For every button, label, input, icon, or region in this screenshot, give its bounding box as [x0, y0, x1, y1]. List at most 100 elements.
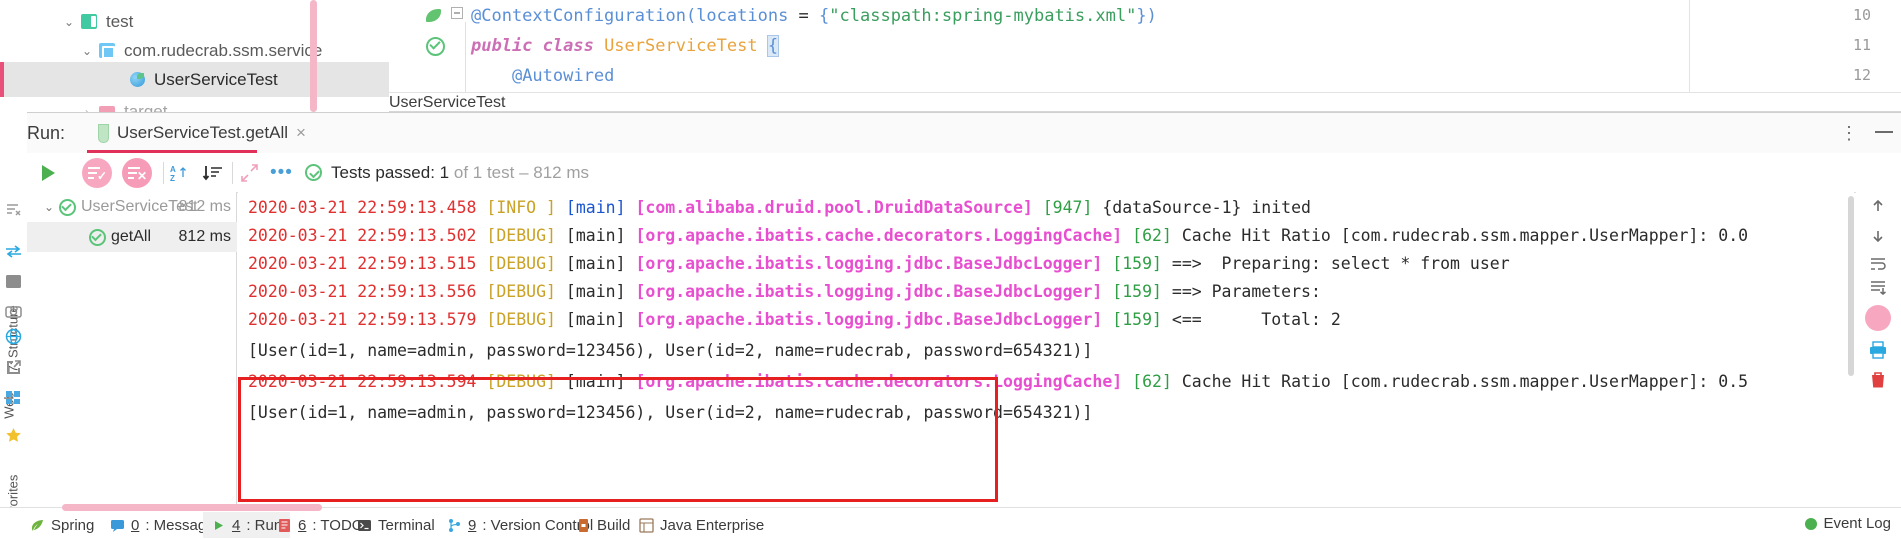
status-bar-shortcut: 0 — [131, 516, 140, 534]
chevron-icon[interactable]: › — [80, 105, 94, 113]
chevron-icon[interactable]: ⌄ — [80, 44, 94, 58]
code-editor[interactable]: 10 @ContextConfiguration(locations = {"cl… — [389, 0, 1901, 92]
event-log-label: Event Log — [1823, 515, 1891, 532]
test-passed-icon — [59, 198, 76, 216]
status-bar-label: Build — [597, 516, 631, 534]
tree-item-2[interactable]: UserServiceTest — [0, 62, 389, 97]
test-results-tree[interactable]: ⌄ UserServiceTest 812 ms getAll 812 ms — [27, 192, 237, 507]
project-tree-panel[interactable]: ⌄ test ⌄ com.rudecrab.ssm.service UserServic… — [0, 0, 389, 112]
code-line[interactable]: public class UserServiceTest { — [471, 35, 780, 57]
camera-icon[interactable] — [4, 302, 23, 321]
status-bar-item-build[interactable]: Build — [576, 515, 630, 535]
line-number: 11 — [1852, 36, 1871, 54]
console-line-4[interactable]: 2020-03-21 22:59:13.579 [DEBUG] [main] [… — [248, 311, 1341, 329]
grid-icon[interactable] — [4, 388, 23, 407]
window-options-icon[interactable]: ⋮ — [1840, 123, 1859, 144]
expand-collapse-button[interactable] — [239, 160, 261, 186]
globe-icon[interactable] — [4, 327, 23, 346]
star-icon[interactable] — [4, 426, 23, 445]
test-tree-row-1[interactable]: getAll 812 ms — [27, 222, 237, 252]
check-mark-icon: ✓ — [96, 169, 107, 183]
status-bar-label: Terminal — [378, 516, 435, 534]
rerun-button[interactable] — [35, 160, 61, 186]
tab-user-service-test-getall[interactable]: UserServiceTest.getAll × — [87, 113, 318, 153]
test-status-text: Tests passed: 1 of 1 test – 812 ms — [331, 163, 589, 183]
run-icon — [211, 518, 226, 533]
console-line-2[interactable]: 2020-03-21 22:59:13.515 [DEBUG] [main] [… — [248, 255, 1510, 273]
minimize-icon[interactable] — [1875, 131, 1893, 133]
version-control-icon — [447, 518, 462, 533]
chevron-icon[interactable]: ⌄ — [62, 15, 76, 29]
java-enterprise-icon — [639, 517, 654, 533]
tree-item-label: com.rudecrab.ssm.service — [124, 40, 323, 60]
editor-indent-guide — [465, 22, 466, 92]
wrap-text-icon[interactable] — [1868, 254, 1888, 274]
status-bar-item-terminal[interactable]: Terminal — [357, 515, 435, 535]
cross-mark-icon: ✕ — [136, 169, 147, 183]
delete-icon[interactable] — [1868, 370, 1888, 390]
status-bar-shortcut: 4 — [232, 516, 241, 534]
console-line-7[interactable]: [User(id=1, name=admin, password=123456)… — [248, 404, 1092, 422]
code-line[interactable]: @ContextConfiguration(locations = {"clas… — [471, 6, 1157, 26]
chevron-icon[interactable]: ⌄ — [41, 200, 57, 214]
console-line-1[interactable]: 2020-03-21 22:59:13.502 [DEBUG] [main] [… — [248, 227, 1748, 245]
breadcrumb-bar: UserServiceTest — [389, 92, 1901, 112]
project-tree-vscrollbar[interactable] — [310, 0, 317, 112]
bottom-scrollbar[interactable] — [62, 504, 322, 511]
tree-item-label: UserServiceTest — [154, 69, 278, 89]
more-options-button[interactable]: ••• — [270, 160, 293, 186]
tree-item-label: target — [124, 101, 168, 113]
hide-ignored-toggle[interactable]: ✕ — [122, 158, 152, 188]
build-icon — [576, 518, 591, 533]
status-bar-item-versioncontrol[interactable]: 9: Version Control — [447, 515, 593, 535]
test-duration-label: 812 ms — [178, 198, 231, 215]
status-suffix: of 1 test – 812 ms — [449, 163, 589, 182]
test-folder-icon — [80, 13, 100, 30]
filter-icon[interactable] — [4, 200, 23, 219]
console-line-5[interactable]: [User(id=1, name=admin, password=123456)… — [248, 342, 1092, 360]
print-icon[interactable] — [1868, 340, 1888, 360]
hide-passed-toggle[interactable]: ✓ — [82, 158, 112, 188]
tree-item-3[interactable]: › target — [0, 94, 389, 112]
console-scrollbar[interactable] — [1848, 196, 1854, 376]
status-bar-item-javaenterprise[interactable]: Java Enterprise — [639, 515, 764, 535]
spring-bean-icon[interactable] — [425, 6, 443, 24]
console-line-6[interactable]: 2020-03-21 22:59:13.594 [DEBUG] [main] [… — [248, 373, 1748, 391]
folder-red-icon — [98, 103, 118, 112]
line-number: 10 — [1852, 6, 1871, 24]
event-log-button[interactable]: Event Log — [1805, 515, 1891, 532]
console-side-toolbar[interactable] — [1856, 192, 1901, 507]
tree-item-label: test — [106, 11, 134, 31]
test-tree-row-0[interactable]: ⌄ UserServiceTest 812 ms — [27, 192, 237, 222]
status-bar-item-todo[interactable]: 6: TODO — [277, 515, 363, 535]
ide-window: ⌄ test ⌄ com.rudecrab.ssm.service UserServic… — [0, 0, 1901, 540]
console-output[interactable]: 2020-03-21 22:59:13.458 [INFO ] [main] [… — [238, 192, 1854, 507]
run-window-label: Run: — [27, 123, 66, 143]
java-class-icon — [128, 71, 148, 88]
scroll-to-end-icon[interactable] — [1868, 278, 1888, 298]
left-tool-strip[interactable]: 7: Structure Web 2: Favorites — [0, 112, 27, 540]
run-test-icon[interactable] — [425, 36, 445, 56]
status-bar-label: Java Enterprise — [660, 516, 765, 534]
export-icon[interactable] — [4, 358, 23, 377]
sort-by-duration-button[interactable] — [202, 160, 224, 186]
sort-alphabetically-button[interactable]: AZ — [170, 160, 190, 186]
status-bar-item-spring[interactable]: Spring — [30, 515, 94, 535]
fold-toggle-icon[interactable] — [451, 7, 463, 23]
status-bar: Spring 0: Messages 4: Run 6: TODO Terminal 9:… — [0, 504, 1901, 540]
breadcrumb[interactable]: UserServiceTest — [389, 94, 505, 112]
run-tab-bar: Run: UserServiceTest.getAll × ⋮ — [27, 113, 1901, 153]
console-icon[interactable] — [4, 272, 23, 291]
tests-passed-icon — [305, 164, 322, 181]
spring-leaf-icon — [30, 518, 45, 533]
code-line[interactable]: @Autowired — [471, 66, 614, 86]
close-icon[interactable]: × — [296, 123, 306, 143]
status-prefix: Tests passed: — [331, 163, 440, 182]
console-line-0[interactable]: 2020-03-21 22:59:13.458 [INFO ] [main] [… — [248, 199, 1311, 217]
chevron-down-icon[interactable] — [1868, 226, 1888, 246]
play-icon — [41, 165, 55, 181]
soft-wrap-toggle-icon[interactable] — [1864, 304, 1892, 332]
chevron-up-icon[interactable] — [1868, 196, 1888, 216]
editor-right-border — [1689, 0, 1690, 92]
console-line-3[interactable]: 2020-03-21 22:59:13.556 [DEBUG] [main] [… — [248, 283, 1321, 301]
